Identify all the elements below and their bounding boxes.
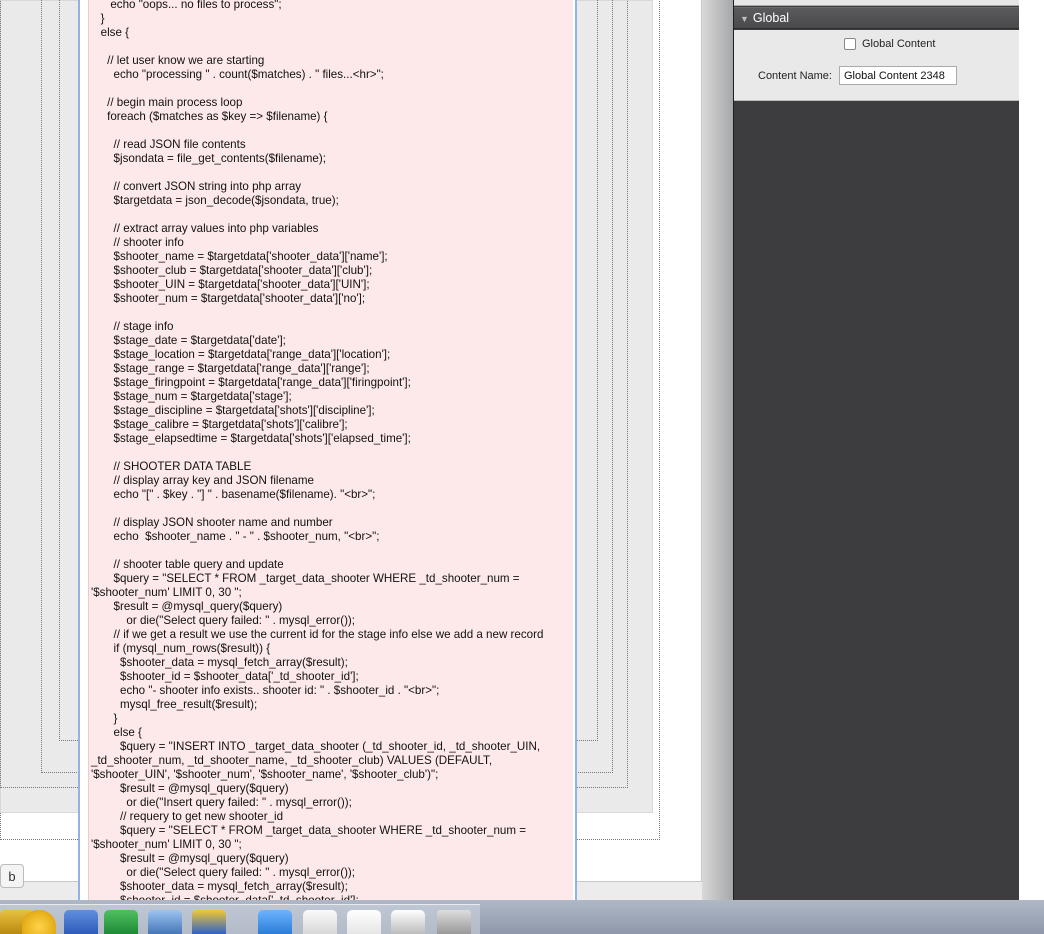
code-line: $stage_elapsedtime = $targetdata['shots'… [91,432,411,445]
code-line: $shooter_data = mysql_fetch_array($resul… [91,656,348,669]
excel-icon[interactable] [104,910,138,934]
document-icon[interactable] [347,910,381,934]
content-name-row: Content Name: [758,66,957,85]
code-line: // SHOOTER DATA TABLE [91,460,252,473]
code-line: $shooter_data = mysql_fetch_array($resul… [91,880,348,893]
code-line: } [91,712,118,725]
code-line: // if we get a result we use the current… [91,628,544,641]
code-line: $stage_range = $targetdata['range_data']… [91,362,370,375]
code-line: echo $shooter_name . " - " . $shooter_nu… [91,530,380,543]
code-line: // begin main process loop [91,96,243,109]
code-line: $shooter_name = $targetdata['shooter_dat… [91,250,388,263]
editor-canvas: echo "oops... no files to process"; } el… [0,0,733,900]
app-icon[interactable] [148,910,182,934]
code-text[interactable]: echo "oops... no files to process"; } el… [89,0,573,900]
app-icon[interactable] [22,910,56,934]
code-line: $targetdata = json_decode($jsondata, tru… [91,194,339,207]
code-line: // convert JSON string into php array [91,180,302,193]
code-line: echo "- shooter info exists.. shooter id… [91,684,440,697]
code-line: // shooter info [91,236,184,249]
code-line: or die("Select query failed: " . mysql_e… [91,866,356,879]
code-line: $query = "INSERT INTO _target_data_shoot… [91,740,541,753]
code-block-content[interactable]: echo "oops... no files to process"; } el… [88,0,573,900]
code-line: $shooter_num = $targetdata['shooter_data… [91,292,366,305]
desktop-edge [1019,0,1044,900]
code-block-editor[interactable]: echo "oops... no files to process"; } el… [78,0,577,900]
code-line: // display array key and JSON filename [91,474,314,487]
code-line: '$shooter_num' LIMIT 0, 30 "; [91,586,242,599]
code-line: // extract array values into php variabl… [91,222,319,235]
code-line: // read JSON file contents [91,138,246,151]
document-icon[interactable] [303,910,337,934]
code-line: $stage_discipline = $targetdata['shots']… [91,404,375,417]
code-line: $stage_date = $targetdata['date']; [91,334,286,347]
trash-icon[interactable] [437,910,471,934]
code-line: else { [91,726,142,739]
content-name-input[interactable] [838,66,957,85]
code-line: mysql_free_result($result); [91,698,258,711]
code-line: $jsondata = file_get_contents($filename)… [91,152,326,165]
code-line: $stage_location = $targetdata['range_dat… [91,348,391,361]
code-line: $shooter_UIN = $targetdata['shooter_data… [91,278,370,291]
code-line: foreach ($matches as $key => $filename) … [91,110,328,123]
folder-icon[interactable] [258,910,292,934]
global-section-body: Global Content Content Name: [734,30,1020,101]
content-name-label: Content Name: [758,69,832,82]
code-line: $stage_calibre = $targetdata['shots']['c… [91,418,348,431]
code-line: or die("Select query failed: " . mysql_e… [91,614,356,627]
code-line: if (mysql_num_rows($result)) { [91,642,271,655]
code-line: or die("Insert query failed: " . mysql_e… [91,796,352,809]
global-section-title: Global [752,11,790,25]
disclosure-triangle-icon[interactable]: ▼ [740,9,749,30]
code-line: echo "processing " . count($matches) . "… [91,68,384,81]
global-section-header[interactable]: ▼ Global [734,7,1020,29]
code-line: $shooter_id = $shooter_data['_td_shooter… [91,670,359,683]
code-line: // stage info [91,320,174,333]
app-icon[interactable] [192,910,226,934]
canvas-small-button[interactable]: b [0,864,24,888]
word-icon[interactable] [64,910,98,934]
inspector-top-strip [734,0,1020,6]
code-line: '$shooter_num' LIMIT 0, 30 "; [91,838,242,851]
code-line: $query = "SELECT * FROM _target_data_sho… [91,824,527,837]
code-line: '$shooter_UIN', '$shooter_num', '$shoote… [91,768,439,781]
global-content-checkbox[interactable] [844,38,856,50]
global-content-row: Global Content [844,38,935,50]
document-icon[interactable] [391,910,425,934]
global-content-label: Global Content [862,38,936,50]
code-line: // requery to get new shooter_id [91,810,284,823]
code-line: echo "oops... no files to process"; [91,0,282,11]
code-line: echo "[" . $key . "] " . basename($filen… [91,488,376,501]
code-line: $query = "SELECT * FROM _target_data_sho… [91,572,520,585]
code-line: $result = @mysql_query($query) [91,782,289,795]
code-line: } [91,12,105,25]
code-line: _td_shooter_num, _td_shooter_name, _td_s… [91,754,493,767]
canvas-gutter [702,0,733,900]
code-line: // shooter table query and update [91,558,284,571]
code-line: $shooter_club = $targetdata['shooter_dat… [91,264,373,277]
code-line: // let user know we are starting [91,54,265,67]
code-line: $result = @mysql_query($query) [91,852,289,865]
code-line: $stage_num = $targetdata['stage']; [91,390,292,403]
code-line: $result = @mysql_query($query) [91,600,283,613]
inspector-panel: ▼ Global Global Content Content Name: [733,0,1020,900]
code-line: else { [91,26,130,39]
code-line: // display JSON shooter name and number [91,516,333,529]
code-line: $stage_firingpoint = $targetdata['range_… [91,376,411,389]
